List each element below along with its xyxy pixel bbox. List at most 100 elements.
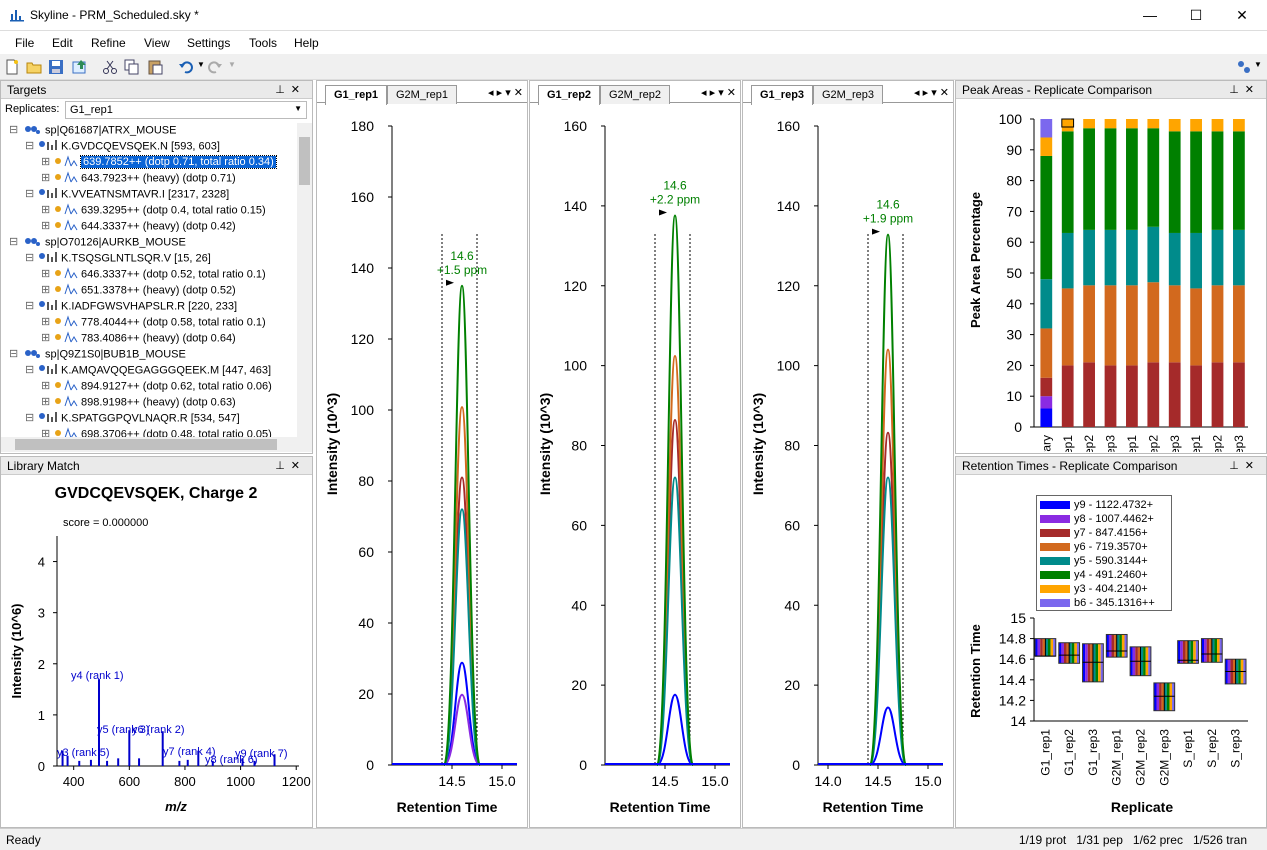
retention-times-chart[interactable]: 14 14.2 14.4 14.6 14.8 15 Retention Time Replic…: [956, 476, 1266, 826]
tab-G2M_rep2[interactable]: G2M_rep2: [600, 85, 670, 104]
tree-row[interactable]: ⊞ 639.7852++ (dotp 0.71, total ratio 0.34…: [41, 155, 277, 171]
tab-G1_rep3[interactable]: G1_rep3: [751, 85, 814, 105]
rt-bar-stripe: [1111, 634, 1115, 658]
bar-segment: [1233, 285, 1245, 363]
expander-icon[interactable]: ⊞: [41, 203, 53, 216]
minimize-button[interactable]: —: [1127, 0, 1173, 30]
chromatogram-chart[interactable]: 0 20 40 60 80 100 120 140 160 180 14.5 15.0 Intensit…: [317, 104, 527, 828]
tree-row[interactable]: ⊟ K.SPATGGPQVLNAQR.R [534, 547]: [25, 411, 240, 427]
expander-icon[interactable]: ⊞: [41, 267, 53, 280]
expander-icon[interactable]: ⊞: [41, 171, 53, 184]
expander-icon[interactable]: ⊞: [41, 331, 53, 344]
tab-G1_rep2[interactable]: G1_rep2: [538, 85, 601, 105]
tree-row[interactable]: ⊟ K.AMQAVQQEGAGGGQEEK.M [447, 463]: [25, 363, 271, 379]
tree-row[interactable]: ⊞ 644.3337++ (heavy) (dotp 0.42): [41, 219, 236, 235]
expander-icon[interactable]: ⊟: [9, 235, 21, 248]
import-icon[interactable]: [72, 59, 88, 75]
menu-help[interactable]: Help: [294, 36, 319, 50]
maximize-button[interactable]: ☐: [1173, 0, 1219, 30]
peak-areas-chart[interactable]: 0 10 20 30 40 50 60 70 80 90 100 Peak Area Percenta…: [956, 100, 1266, 452]
library-spectrum-chart[interactable]: GVDCQEVSQEK, Charge 2score = 0.000000012…: [1, 476, 312, 826]
tree-row[interactable]: ⊟ sp|O70126|AURKB_MOUSE: [9, 235, 186, 251]
x-tick-label: G1_rep1: [1061, 435, 1075, 452]
rt-bar-stripe: [1071, 642, 1075, 664]
bar-segment: [1147, 226, 1160, 283]
expander-icon[interactable]: ⊟: [9, 123, 21, 136]
expander-icon[interactable]: ⊞: [41, 315, 53, 328]
rt-bar-stripe: [1085, 643, 1088, 682]
integrate-icon[interactable]: [1236, 59, 1252, 75]
save-icon[interactable]: [48, 59, 64, 75]
undo-icon[interactable]: [178, 59, 194, 75]
bar-segment: [1190, 119, 1202, 132]
close-button[interactable]: ✕: [1219, 0, 1265, 30]
expander-icon[interactable]: ⊞: [41, 427, 53, 437]
tree-row[interactable]: ⊞ 783.4086++ (heavy) (dotp 0.64): [41, 331, 236, 347]
tree-vscrollbar[interactable]: [297, 123, 312, 437]
y-tick-label: 140: [777, 198, 801, 214]
tab-nav-icon[interactable]: ◂ ▸ ▾ ✕: [701, 86, 736, 99]
expander-icon[interactable]: ⊟: [25, 363, 37, 376]
expander-icon[interactable]: ⊟: [9, 347, 21, 360]
panel-pin-close-icon[interactable]: ⊥✕: [275, 83, 306, 96]
tree-row[interactable]: ⊟ K.VVEATNSMTAVR.I [2317, 2328]: [25, 187, 229, 203]
y-tick-label: 40: [358, 615, 374, 631]
expander-icon[interactable]: ⊟: [25, 299, 37, 312]
expander-icon[interactable]: ⊟: [25, 187, 37, 200]
expander-icon[interactable]: ⊟: [25, 251, 37, 264]
tree-row[interactable]: ⊟ K.TSQSGLNTLSQR.V [15, 26]: [25, 251, 211, 267]
chromatogram-chart[interactable]: 0 20 40 60 80 100 120 140 160 14.0 14.5 15.0 Intensi…: [743, 104, 953, 828]
open-icon[interactable]: [26, 59, 42, 75]
cut-icon[interactable]: [102, 59, 118, 75]
replicates-select[interactable]: G1_rep1 ▼: [65, 101, 307, 119]
panel-pin-close-icon[interactable]: ⊥✕: [275, 459, 306, 472]
expander-icon[interactable]: ⊞: [41, 395, 53, 408]
precursor-icon: [53, 395, 79, 410]
expander-icon[interactable]: ⊟: [25, 139, 37, 152]
peak-areas-title: Peak Areas - Replicate Comparison: [962, 83, 1153, 97]
tree-row[interactable]: ⊞ 898.9198++ (heavy) (dotp 0.63): [41, 395, 236, 411]
targets-tree[interactable]: ⊟ sp|Q61687|ATRX_MOUSE ⊟ K.GVDCQEVSQEK.N [5…: [1, 123, 297, 437]
tree-row[interactable]: ⊞ 643.7923++ (heavy) (dotp 0.71): [41, 171, 236, 187]
copy-icon[interactable]: [124, 59, 140, 75]
redo-dropdown-icon[interactable]: ▼: [228, 60, 236, 69]
menu-edit[interactable]: Edit: [52, 36, 73, 50]
tab-nav-icon[interactable]: ◂ ▸ ▾ ✕: [914, 86, 949, 99]
undo-dropdown-icon[interactable]: ▼: [197, 60, 205, 69]
chromatogram-chart[interactable]: 0 20 40 60 80 100 120 140 160 14.5 15.0 Intensity (…: [530, 104, 740, 828]
tree-row[interactable]: ⊟ K.GVDCQEVSQEK.N [593, 603]: [25, 139, 220, 155]
tree-vscroll-thumb[interactable]: [299, 137, 310, 185]
tree-row[interactable]: ⊟ sp|Q9Z1S0|BUB1B_MOUSE: [9, 347, 186, 363]
tree-hscroll-thumb[interactable]: [15, 439, 277, 450]
tree-row[interactable]: ⊞ 894.9127++ (dotp 0.62, total ratio 0.06…: [41, 379, 272, 395]
tree-row[interactable]: ⊞ 651.3378++ (heavy) (dotp 0.52): [41, 283, 236, 299]
tree-row[interactable]: ⊟ sp|Q61687|ATRX_MOUSE: [9, 123, 176, 139]
tree-row[interactable]: ⊟ K.IADFGWSVHAPSLR.R [220, 233]: [25, 299, 237, 315]
menu-settings[interactable]: Settings: [187, 36, 230, 50]
menu-tools[interactable]: Tools: [249, 36, 277, 50]
menu-file[interactable]: File: [15, 36, 34, 50]
tree-hscrollbar[interactable]: [1, 437, 312, 452]
expander-icon[interactable]: ⊞: [41, 219, 53, 232]
menu-view[interactable]: View: [144, 36, 170, 50]
expander-icon[interactable]: ⊞: [41, 283, 53, 296]
tab-G2M_rep3[interactable]: G2M_rep3: [813, 85, 883, 104]
tree-row[interactable]: ⊞ 646.3337++ (dotp 0.52, total ratio 0.1): [41, 267, 266, 283]
expander-icon[interactable]: ⊟: [25, 411, 37, 424]
apex-ppm-label: +1.5 ppm: [437, 263, 487, 277]
tab-nav-icon[interactable]: ◂ ▸ ▾ ✕: [488, 86, 523, 99]
menu-refine[interactable]: Refine: [91, 36, 126, 50]
panel-pin-close-icon[interactable]: ⊥✕: [1229, 459, 1260, 472]
integrate-dropdown-icon[interactable]: ▼: [1254, 60, 1262, 69]
new-icon[interactable]: [4, 59, 20, 75]
panel-pin-close-icon[interactable]: ⊥✕: [1229, 83, 1260, 96]
tree-row[interactable]: ⊞ 639.3295++ (dotp 0.4, total ratio 0.15): [41, 203, 266, 219]
expander-icon[interactable]: ⊞: [41, 155, 53, 168]
expander-icon[interactable]: ⊞: [41, 379, 53, 392]
paste-icon[interactable]: [147, 59, 163, 75]
tab-G2M_rep1[interactable]: G2M_rep1: [387, 85, 457, 104]
tree-row[interactable]: ⊞ 778.4044++ (dotp 0.58, total ratio 0.1): [41, 315, 266, 331]
tree-row[interactable]: ⊞ 698.3706++ (dotp 0.48, total ratio 0.05…: [41, 427, 272, 437]
redo-icon[interactable]: [207, 59, 223, 75]
tab-G1_rep1[interactable]: G1_rep1: [325, 85, 388, 105]
